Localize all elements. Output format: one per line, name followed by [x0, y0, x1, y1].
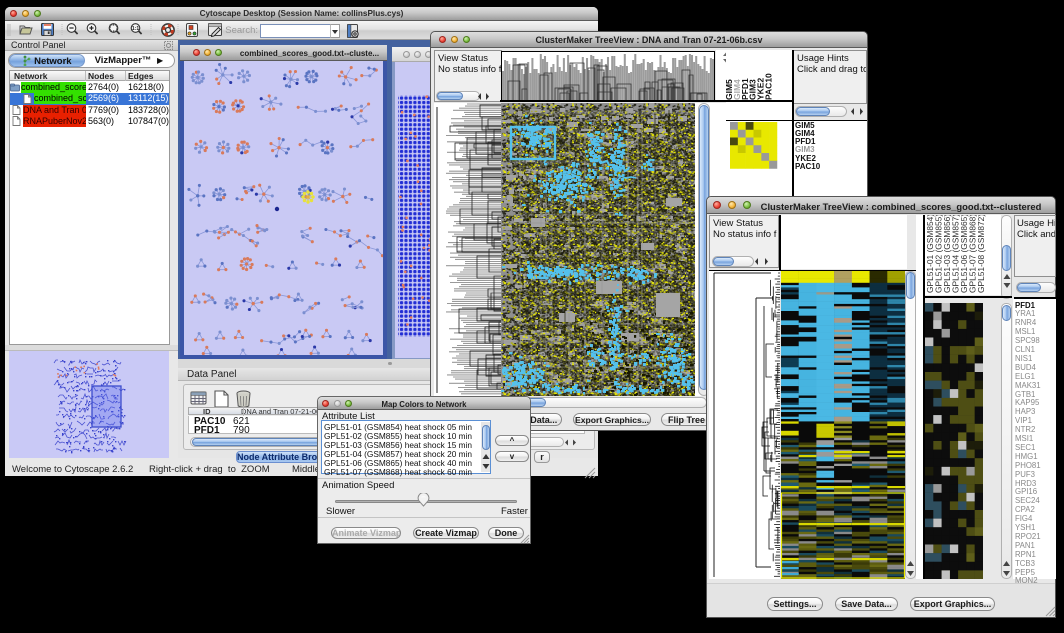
svg-text:PAC10: PAC10: [764, 73, 774, 100]
svg-text:1:1: 1:1: [132, 26, 139, 32]
svg-text:GPL51-08 (GSM872): GPL51-08 (GSM872): [976, 215, 986, 293]
svg-text:Search:: Search:: [225, 25, 258, 36]
